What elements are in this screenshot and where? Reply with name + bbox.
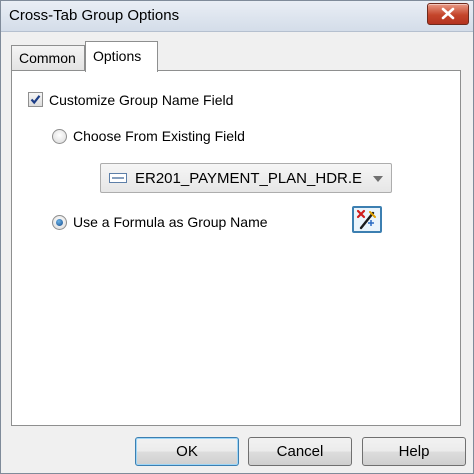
cancel-button[interactable]: Cancel <box>248 437 352 466</box>
chevron-down-icon <box>373 176 383 182</box>
database-field-icon <box>109 173 127 183</box>
ok-button[interactable]: OK <box>135 437 239 466</box>
radio-selected-dot <box>56 219 63 226</box>
close-button[interactable] <box>427 3 469 25</box>
checkmark-icon <box>30 95 41 105</box>
help-button[interactable]: Help <box>362 437 466 466</box>
formula-editor-button[interactable] <box>352 206 382 233</box>
dialog-window: Cross-Tab Group Options Common Options C… <box>0 0 474 474</box>
customize-group-name-checkbox[interactable] <box>28 92 43 107</box>
options-panel <box>11 70 461 426</box>
close-icon <box>441 7 455 20</box>
choose-existing-field-label: Choose From Existing Field <box>73 128 245 144</box>
existing-field-dropdown[interactable]: ER201_PAYMENT_PLAN_HDR.E <box>100 163 392 193</box>
use-formula-radio[interactable] <box>52 215 67 230</box>
formula-editor-icon <box>356 209 376 230</box>
title-bar: Cross-Tab Group Options <box>1 1 473 32</box>
tab-common[interactable]: Common <box>11 45 85 70</box>
choose-existing-field-radio[interactable] <box>52 129 67 144</box>
use-formula-label: Use a Formula as Group Name <box>73 214 268 230</box>
customize-group-name-label: Customize Group Name Field <box>49 92 234 108</box>
existing-field-value: ER201_PAYMENT_PLAN_HDR.E <box>135 170 363 187</box>
window-title: Cross-Tab Group Options <box>9 7 180 24</box>
tab-options[interactable]: Options <box>85 41 158 72</box>
